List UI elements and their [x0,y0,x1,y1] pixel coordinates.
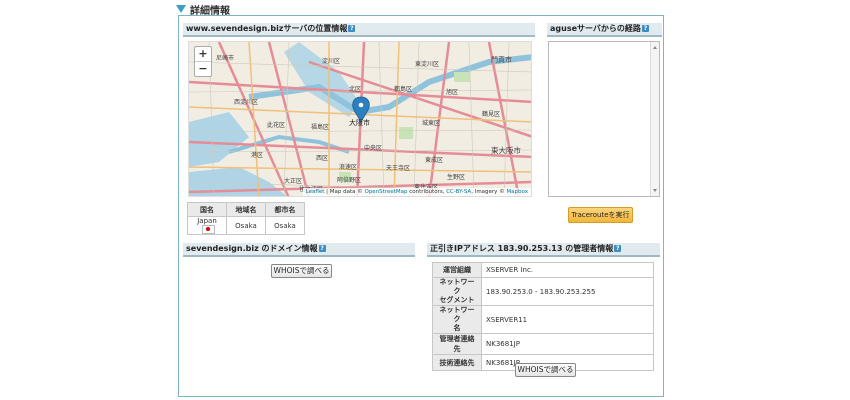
geo-region-cell: Osaka [226,216,266,235]
map-label: 阿倍野区 [337,177,362,184]
map-label: 大阪市 [349,119,370,127]
domain-heading: sevendesign.biz のドメイン情報? [183,243,415,257]
location-heading: www.sevendesign.bizサーバの位置情報? [183,23,535,37]
location-map[interactable]: 尼崎市 西淀川区 淀川区 東淀川区 北区 旭区 門真市 都島区 鶴見区 福島区 … [188,41,532,197]
scroll-down-icon[interactable] [653,189,657,192]
map-label: 鶴見区 [482,111,501,118]
scrollbar[interactable] [650,42,659,196]
map-labels: 尼崎市 西淀川区 淀川区 東淀川区 北区 旭区 門真市 都島区 鶴見区 福島区 … [189,42,531,196]
run-traceroute-button[interactable]: Tracerouteを実行 [568,207,633,223]
ip-heading: 正引きIPアドレス 183.90.253.13 の管理者情報? [427,243,660,257]
geo-header-city: 都市名 [265,202,305,217]
whois-value: 183.90.253.0 - 183.90.253.255 [481,277,654,306]
ip-whois-table: 運営組織 XSERVER Inc. ネットワーク セグメント 183.90.25… [432,262,654,371]
map-label: 浪速区 [339,164,358,171]
whois-value: XSERVER Inc. [481,262,654,278]
location-heading-text: www.sevendesign.bizサーバの位置情報 [186,24,348,33]
map-label: 東大阪市 [491,146,521,155]
map-label: 尼崎市 [216,55,235,62]
zoom-out-button[interactable]: − [195,62,211,76]
geo-header-region: 地域名 [226,202,266,217]
attribution-text: contributors, [407,189,447,195]
attribution-text: | Map data © [324,189,365,195]
map-attribution: Leaflet | Map data © OpenStreetMap contr… [302,188,531,196]
map-label: 港区 [251,152,264,159]
leaflet-link[interactable]: Leaflet [306,189,325,195]
map-label: 北区 [349,86,362,93]
map-label: 此花区 [267,122,286,129]
help-icon[interactable]: ? [348,25,356,32]
map-label: 福島区 [311,124,330,131]
domain-heading-text: sevendesign.biz のドメイン情報 [186,244,318,253]
map-label: 西淀川区 [234,99,259,106]
map-label: 東淀川区 [415,61,440,68]
whois-label: 運営組織 [432,262,482,278]
whois-label: ネットワーク 名 [432,305,482,334]
zoom-in-button[interactable]: + [195,47,211,62]
geo-header-country: 国名 [187,202,227,217]
help-icon[interactable]: ? [641,25,649,32]
traceroute-output[interactable] [548,41,660,197]
triangle-down-icon [176,5,186,13]
help-icon[interactable]: ? [318,245,326,252]
route-heading: aguseサーバからの経路? [547,23,662,37]
geo-city-cell: Osaka [265,216,305,235]
whois-label: 技術連絡先 [432,354,482,371]
osm-link[interactable]: OpenStreetMap [364,189,407,195]
japan-flag-icon [201,225,215,234]
map-label: 生野区 [447,174,466,181]
map-label: 西区 [316,155,329,162]
map-zoom-control: + − [194,46,212,77]
whois-value: NK3681JP [481,333,654,355]
whois-value: XSERVER11 [481,305,654,334]
route-heading-text: aguseサーバからの経路 [550,24,641,33]
scroll-up-icon[interactable] [653,46,657,49]
attribution-text: , Imagery © [471,189,507,195]
whois-label: ネットワーク セグメント [432,277,482,306]
map-label: 天王寺区 [386,165,411,172]
country-name: Japan [197,217,217,225]
whois-label: 管理者連絡先 [432,333,482,355]
map-label: 都島区 [394,86,413,93]
map-label: 門真市 [491,56,512,64]
mapbox-link[interactable]: Mapbox [506,189,528,195]
geo-country-cell: Japan [187,216,227,235]
map-label: 淀川区 [322,58,341,65]
domain-whois-button[interactable]: WHOISで調べる [271,264,332,278]
section-header: 詳細情報 [176,3,230,17]
map-label: 旭区 [446,89,459,96]
cc-link[interactable]: CC-BY-SA [446,189,471,195]
ip-whois-button[interactable]: WHOISで調べる [515,363,576,377]
map-label: 中央区 [364,145,383,152]
help-icon[interactable]: ? [614,245,622,252]
map-label: 城東区 [422,120,441,127]
geo-table: 国名 地域名 都市名 Japan Osaka Osaka [187,202,305,235]
ip-heading-text: 正引きIPアドレス 183.90.253.13 の管理者情報 [430,244,614,253]
map-label: 東成区 [425,157,444,164]
